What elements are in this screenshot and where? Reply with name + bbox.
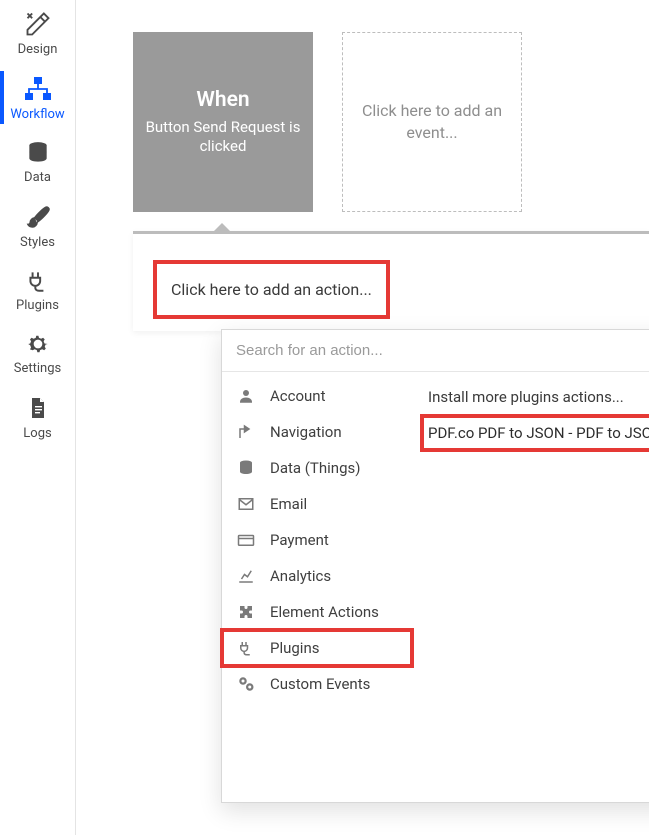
add-action-button[interactable]: Click here to add an action... xyxy=(153,260,390,319)
sidebar-item-workflow[interactable]: Workflow xyxy=(0,65,75,130)
category-navigation[interactable]: Navigation xyxy=(222,414,412,450)
dropdown-body: Account Navigation Data (Things) xyxy=(222,372,649,802)
pencil-ruler-icon xyxy=(24,10,52,38)
category-label: Analytics xyxy=(270,567,331,585)
sidebar-item-label: Styles xyxy=(20,235,55,250)
document-icon xyxy=(26,394,50,422)
credit-card-icon xyxy=(236,531,256,549)
add-action-label: Click here to add an action... xyxy=(171,280,372,299)
event-when-label: When xyxy=(196,88,249,112)
category-data[interactable]: Data (Things) xyxy=(222,450,412,486)
category-label: Account xyxy=(270,387,326,405)
events-row: When Button Send Request is clicked Clic… xyxy=(133,32,522,212)
action-result-pdfco[interactable]: PDF.co PDF to JSON - PDF to JSON xyxy=(422,416,649,450)
sidebar-item-label: Settings xyxy=(14,361,61,376)
action-category-list: Account Navigation Data (Things) xyxy=(222,372,412,802)
category-label: Custom Events xyxy=(270,675,370,693)
sidebar-item-styles[interactable]: Styles xyxy=(0,193,75,258)
gear-icon xyxy=(25,331,51,357)
category-label: Element Actions xyxy=(270,603,379,621)
sidebar-item-label: Plugins xyxy=(16,298,59,313)
category-custom-events[interactable]: Custom Events xyxy=(222,666,412,702)
add-event-card[interactable]: Click here to add an event... xyxy=(342,32,522,212)
database-icon xyxy=(25,140,51,166)
action-panel: Click here to add an action... Account xyxy=(133,231,649,331)
puzzle-icon xyxy=(236,603,256,621)
category-label: Plugins xyxy=(270,639,319,657)
sidebar-item-label: Workflow xyxy=(10,107,64,122)
category-email[interactable]: Email xyxy=(222,486,412,522)
sidebar-item-label: Design xyxy=(18,42,58,57)
action-dropdown: Account Navigation Data (Things) xyxy=(221,329,649,803)
category-account[interactable]: Account xyxy=(222,378,412,414)
sidebar-item-label: Logs xyxy=(23,426,51,441)
sidebar-item-label: Data xyxy=(24,170,51,185)
category-label: Payment xyxy=(270,531,329,549)
database-icon xyxy=(236,459,256,477)
action-results: Install more plugins actions... PDF.co P… xyxy=(412,372,649,802)
plug-icon xyxy=(236,639,256,657)
category-analytics[interactable]: Analytics xyxy=(222,558,412,594)
category-label: Navigation xyxy=(270,423,342,441)
category-label: Data (Things) xyxy=(270,459,360,477)
app-sidebar: Design Workflow Data xyxy=(0,0,76,835)
category-element-actions[interactable]: Element Actions xyxy=(222,594,412,630)
action-search-input[interactable] xyxy=(222,330,649,372)
category-payment[interactable]: Payment xyxy=(222,522,412,558)
chart-icon xyxy=(236,567,256,585)
sidebar-item-settings[interactable]: Settings xyxy=(0,321,75,384)
sidebar-item-design[interactable]: Design xyxy=(0,0,75,65)
share-arrow-icon xyxy=(236,423,256,441)
sidebar-item-plugins[interactable]: Plugins xyxy=(0,258,75,321)
category-plugins[interactable]: Plugins xyxy=(222,630,412,666)
event-card-selected[interactable]: When Button Send Request is clicked xyxy=(133,32,313,212)
category-label: Email xyxy=(270,495,307,513)
event-description: Button Send Request is clicked xyxy=(143,118,303,157)
envelope-icon xyxy=(236,495,256,513)
add-event-label: Click here to add an event... xyxy=(353,100,511,145)
sidebar-item-logs[interactable]: Logs xyxy=(0,384,75,449)
brush-icon xyxy=(25,203,51,231)
user-icon xyxy=(236,387,256,405)
workflow-canvas: When Button Send Request is clicked Clic… xyxy=(76,0,649,835)
flowchart-icon xyxy=(23,75,53,103)
sidebar-item-data[interactable]: Data xyxy=(0,130,75,193)
gears-icon xyxy=(236,675,256,693)
plug-icon xyxy=(24,268,52,294)
install-more-plugins-link[interactable]: Install more plugins actions... xyxy=(422,382,649,416)
